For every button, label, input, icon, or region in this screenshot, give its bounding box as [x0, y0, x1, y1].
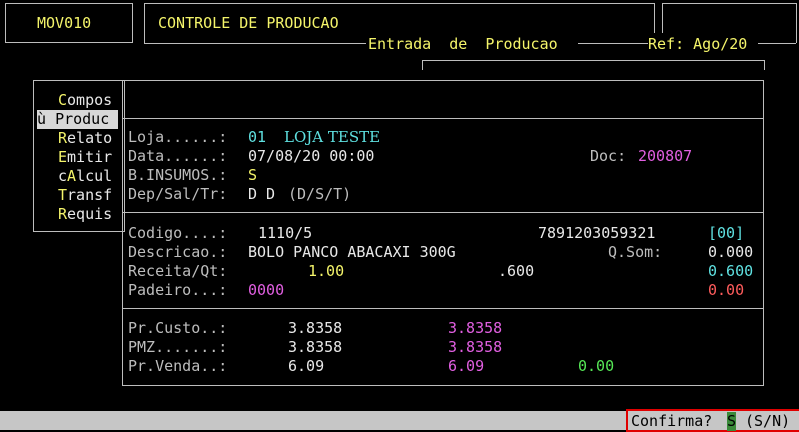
title-box-left — [144, 3, 145, 43]
venda-value-2: 6.09 — [448, 357, 485, 375]
menu-item-transf[interactable]: Transf — [58, 186, 112, 205]
ref-period: Ref: Ago/20 — [648, 35, 748, 53]
custo-value-2: 3.8358 — [448, 319, 503, 337]
dep-value[interactable]: D D — [248, 185, 275, 204]
codigo-label: Codigo....: — [128, 224, 228, 242]
right-box-bottom — [758, 43, 796, 44]
receita-label: Receita/Qt: — [128, 262, 228, 280]
menu-item-producao[interactable]: ù Produc — [37, 110, 118, 129]
menu-item-compos[interactable]: Compos — [58, 91, 112, 110]
venda-value: 6.09 — [288, 357, 325, 375]
page-subtitle: Entrada de Producao — [368, 35, 558, 53]
menu-item-requis[interactable]: Requis — [58, 205, 112, 224]
data-value[interactable]: 07/08/20 00:00 — [248, 147, 374, 166]
qsom-label: Q.Som: — [608, 243, 663, 261]
menu-item-emitir[interactable]: Emitir — [58, 148, 112, 167]
insumos-label: B.INSUMOS.: — [128, 166, 228, 184]
venda-label: Pr.Venda..: — [128, 357, 228, 375]
descricao-value: BOLO PANCO ABACAXI 300G — [248, 243, 456, 261]
padeiro-label: Padeiro...: — [128, 281, 228, 299]
codigo-value[interactable]: 1110/5 — [258, 224, 312, 243]
dep-label: Dep/Sal/Tr: — [128, 185, 228, 203]
descricao-label: Descricao.: — [128, 243, 228, 261]
confirm-input[interactable]: S — [727, 412, 737, 431]
right-box-top — [662, 3, 796, 4]
dep-hint: (D/S/T) — [288, 185, 352, 203]
loja-label: Loja......: — [128, 128, 228, 146]
pmz-label: PMZ.......: — [128, 338, 228, 356]
pmz-value: 3.8358 — [288, 338, 343, 356]
pmz-value-2: 3.8358 — [448, 338, 503, 356]
subtitle-bracket-top — [422, 60, 764, 61]
loja-code[interactable]: 01 — [248, 128, 266, 147]
custo-label: Pr.Custo..: — [128, 319, 228, 337]
padeiro-right: 0.00 — [708, 281, 745, 299]
divider-product — [122, 308, 764, 309]
confirm-options: (S/N) — [745, 412, 791, 430]
menu-item-calcul[interactable]: cAlcul — [58, 167, 112, 186]
page-title: CONTROLE DE PRODUCAO — [158, 14, 339, 32]
receita-right: 0.600 — [708, 262, 754, 280]
subtitle-dash — [578, 43, 648, 44]
loja-name: LOJA TESTE — [284, 128, 381, 146]
data-label: Data......: — [128, 147, 228, 165]
bracket-value: [00] — [708, 224, 745, 242]
confirm-label: Confirma? — [631, 412, 713, 430]
title-box-top — [144, 3, 654, 4]
custo-value: 3.8358 — [288, 319, 343, 337]
subtitle-bracket-left — [422, 60, 423, 70]
right-box-right — [796, 3, 797, 43]
program-code: MOV010 — [37, 14, 92, 32]
doc-label: Doc: — [590, 147, 627, 165]
divider-top — [122, 118, 764, 119]
title-box-bottom-left — [144, 43, 366, 44]
receita-qty: .600 — [498, 262, 535, 280]
menu-item-relato[interactable]: Relato — [58, 129, 112, 148]
divider-store — [122, 212, 764, 213]
right-box-left — [662, 3, 663, 33]
insumos-value[interactable]: S — [248, 166, 257, 185]
padeiro-value[interactable]: 0000 — [248, 281, 284, 300]
receita-value[interactable]: 1.00 — [308, 262, 344, 281]
title-box-right — [654, 3, 655, 33]
confirm-prompt[interactable]: Confirma? S (S/N) — [626, 409, 799, 432]
doc-value[interactable]: 200807 — [638, 147, 692, 166]
qsom-value: 0.000 — [708, 243, 754, 261]
barcode-value: 7891203059321 — [538, 224, 656, 242]
subtitle-bracket-right — [764, 60, 765, 70]
venda-value-3: 0.00 — [578, 357, 615, 375]
